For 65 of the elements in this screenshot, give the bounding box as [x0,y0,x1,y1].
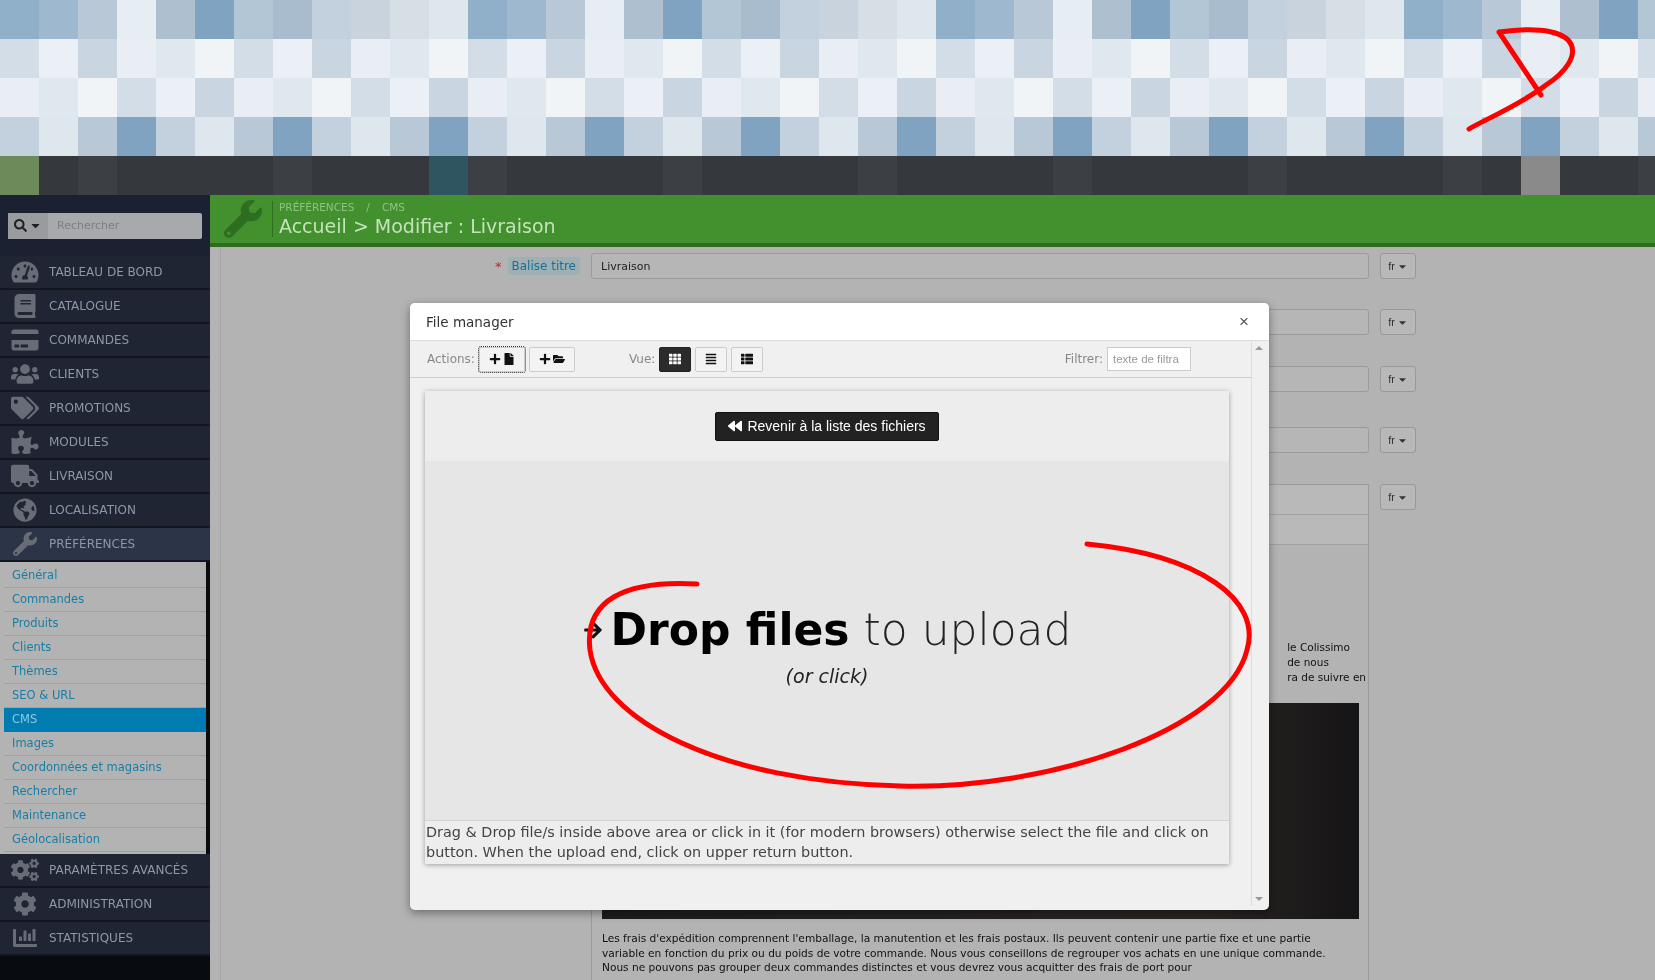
menu-item[interactable]: PROMOTIONS [0,392,210,426]
filter-label: Filtrer: [1064,352,1103,366]
filter-field[interactable]: texte de filtra [1107,347,1191,371]
menu-item[interactable]: CLIENTS [0,358,210,392]
people-icon [11,362,39,386]
menu-item[interactable]: PRÉFÉRENCES [0,528,210,562]
menu-item[interactable]: LOCALISATION [0,494,210,528]
page-title: Accueil > Modifier : Livraison [279,215,556,237]
drop-zone[interactable]: Drop files to upload (or click) [425,461,1229,821]
gauge-icon [11,260,39,284]
drop-hint: (or click) [785,665,869,687]
view-button[interactable] [659,346,692,372]
grid-icon [669,353,682,365]
language-button[interactable]: fr [1380,427,1416,453]
rewind-icon [728,419,743,433]
card-icon [11,328,39,352]
bar-chart-icon [11,926,39,950]
close-button[interactable]: × [1235,311,1253,332]
menu-item[interactable]: ADMINISTRATION [0,888,210,922]
globe-icon [11,498,39,522]
detail-list-icon [741,353,754,365]
text-line: ra de suivre en [1287,670,1366,685]
breadcrumb-separator: / [366,201,370,213]
menu-item[interactable]: TABLEAU DE BORD [0,256,210,290]
language-button[interactable]: fr [1380,309,1416,335]
drop-heading: Drop files to upload [610,604,1072,655]
file-icon [502,353,515,365]
wrench-icon [11,532,39,556]
menu-item[interactable]: LIVRAISON [0,460,210,494]
menu-item[interactable]: MODULES [0,426,210,460]
menu-item[interactable]: PARAMÈTRES AVANCÉS [0,854,210,888]
language-button[interactable]: fr [1380,366,1416,392]
view-label: Vue: [628,352,656,366]
plus-icon [488,353,501,365]
book-icon [11,294,39,318]
actions-label: Actions: [427,352,475,366]
help-text: Drag & Drop file/s inside above area or click in it (for modern browsers) otherwise select the file and click on button. When the upload end, click on upper return button. [425,823,1210,862]
body-paragraph: Les frais d'expédition comprennent l'emballage, la manutention et les frais postaux. Ils peuvent contenir une partie fixe et une partie variable en fonction du prix ou du poids de votre commande. Nous vous conseillons de regrouper vos achats en une unique commande. Nous ne pouvons pas grouper deux commandes distinctes et vous devrez vous acquitter des frais de port pour [602,931,1327,975]
scrollbar[interactable] [1251,341,1265,906]
truck-icon [11,464,39,488]
folder-icon [552,353,565,365]
text-line: de nous [1287,655,1330,670]
upload-file-button[interactable] [478,346,525,372]
tag-icon [11,396,39,420]
menu-item[interactable]: STATISTIQUES [0,922,210,956]
text-field[interactable]: Livraison [591,253,1369,279]
menu-item[interactable]: COMMANDES [0,324,210,358]
gears-icon [11,858,39,882]
back-button[interactable]: Revenir à la liste des fichiers [715,411,939,441]
field-label: Balise titre [507,257,580,275]
plus-icon [538,353,551,365]
menu-item[interactable]: CATALOGUE [0,290,210,324]
submenu-item[interactable]: CMS [4,708,206,732]
wrench-icon [224,200,262,238]
required-mark: * [495,258,502,274]
language-button[interactable]: fr [1380,253,1416,279]
language-button[interactable]: fr [1380,484,1416,510]
puzzle-icon [11,430,39,454]
list-icon [705,353,718,365]
dialog-title: File manager [426,313,514,330]
search-icon [14,219,27,232]
search-button[interactable] [8,212,48,239]
new-folder-button[interactable] [528,346,575,372]
gear-icon [11,892,39,916]
text-line: le Colissimo [1287,640,1351,655]
